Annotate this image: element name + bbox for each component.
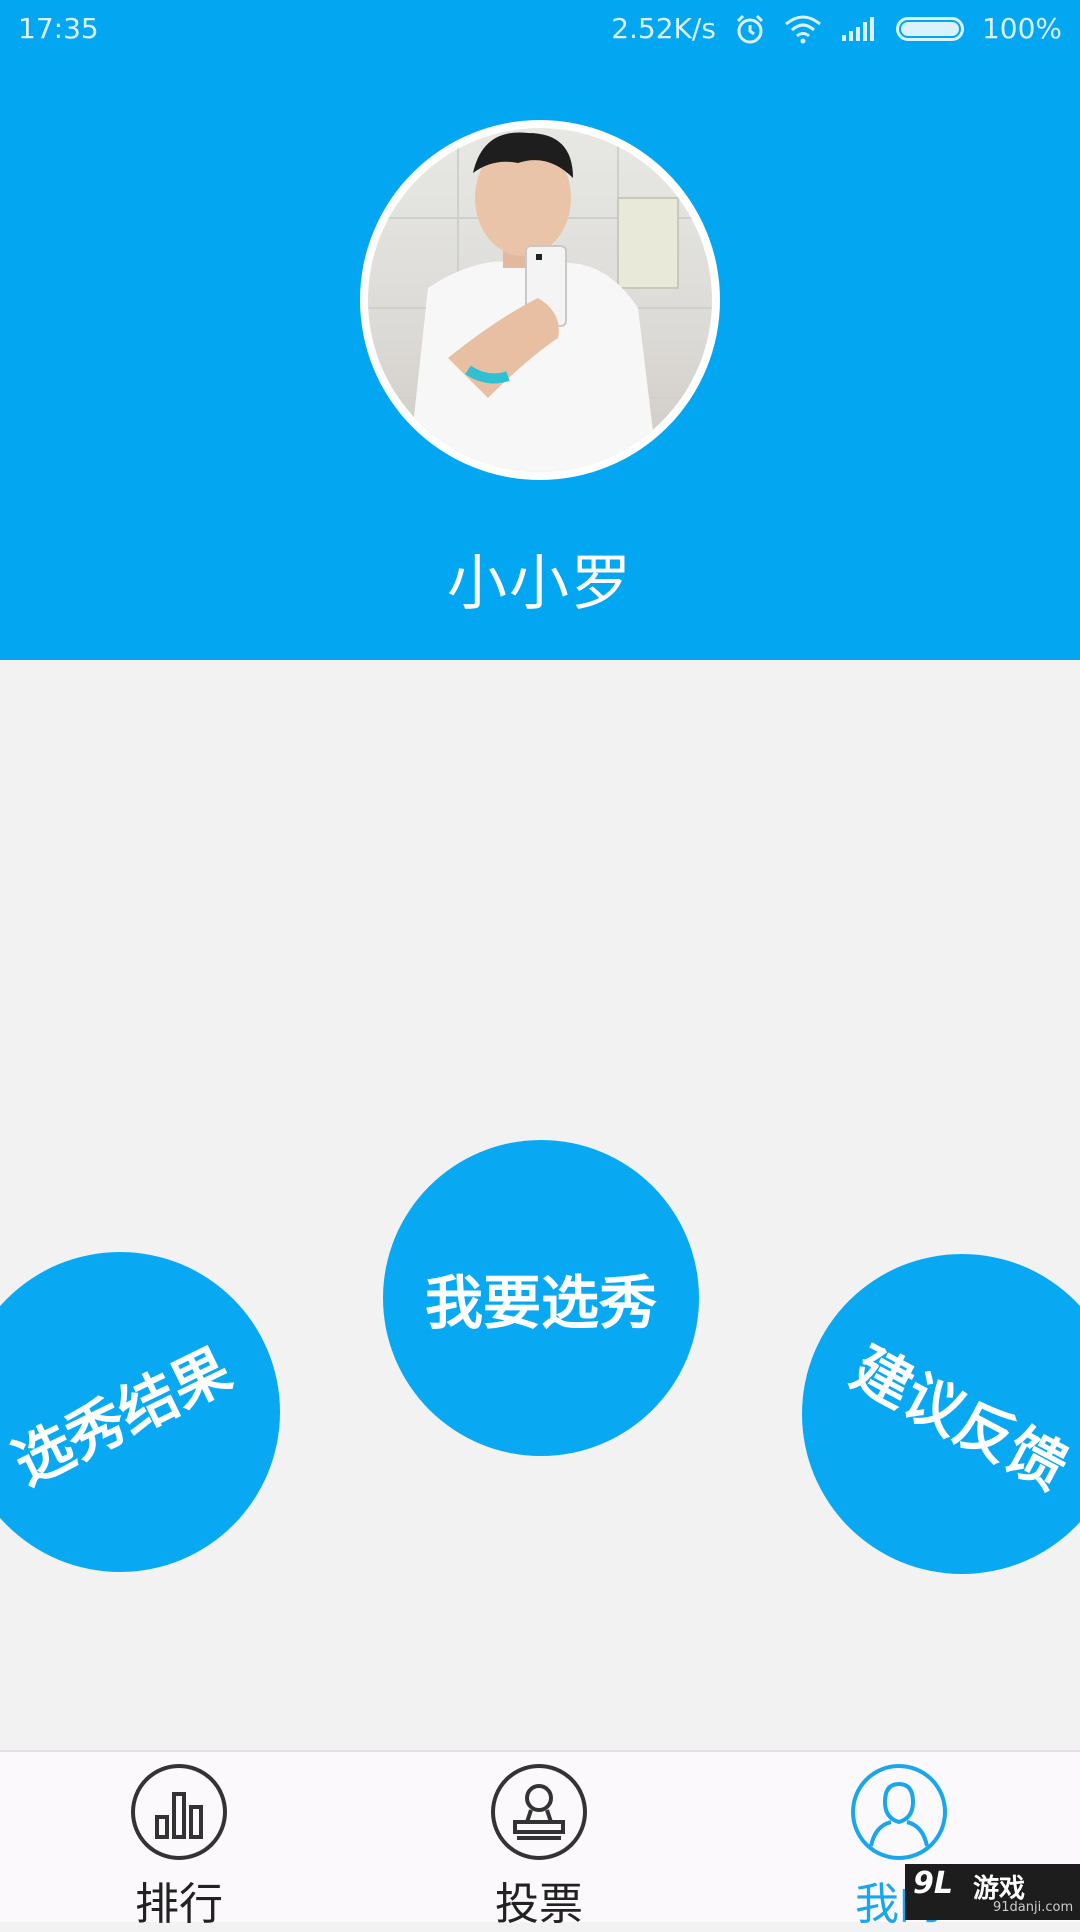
watermark-domain: 91danji.com bbox=[993, 1900, 1074, 1915]
tab-vote[interactable]: 投票 bbox=[439, 1762, 639, 1932]
status-indicators: 2.52K/s 100% bbox=[611, 12, 1062, 45]
site-watermark: 9L 游戏 91danji.com bbox=[905, 1864, 1080, 1920]
bar-chart-icon bbox=[131, 1764, 227, 1860]
join-selection-label: 我要选秀 bbox=[424, 1269, 657, 1337]
stamp-icon bbox=[491, 1764, 587, 1860]
alarm-icon bbox=[736, 14, 763, 43]
avatar[interactable] bbox=[360, 120, 720, 480]
profile-photo bbox=[368, 128, 712, 472]
username: 小小罗 bbox=[447, 549, 633, 619]
status-time: 17:35 bbox=[18, 12, 99, 45]
feedback-button[interactable]: 建议反馈 bbox=[802, 1254, 1080, 1574]
feedback-label: 建议反馈 bbox=[841, 1333, 1079, 1503]
battery-icon bbox=[895, 16, 964, 41]
profile-header: 17:35 2.52K/s 100% 小小罗 bbox=[0, 0, 1080, 660]
tab-ranking[interactable]: 排行 bbox=[79, 1762, 279, 1932]
person-icon bbox=[851, 1764, 947, 1860]
tab-vote-label: 投票 bbox=[495, 1879, 583, 1930]
tab-ranking-label: 排行 bbox=[135, 1879, 223, 1930]
network-speed: 2.52K/s bbox=[611, 12, 716, 45]
wifi-icon bbox=[784, 15, 821, 43]
join-selection-button[interactable]: 我要选秀 bbox=[383, 1140, 699, 1456]
battery-level: 100% bbox=[981, 12, 1062, 45]
selection-results-label: 选秀结果 bbox=[3, 1335, 242, 1498]
watermark-logo: 9L bbox=[913, 1866, 953, 1901]
signal-icon bbox=[841, 16, 874, 41]
selection-results-button[interactable]: 选秀结果 bbox=[0, 1252, 280, 1572]
status-bar: 17:35 2.52K/s 100% bbox=[0, 0, 1080, 60]
